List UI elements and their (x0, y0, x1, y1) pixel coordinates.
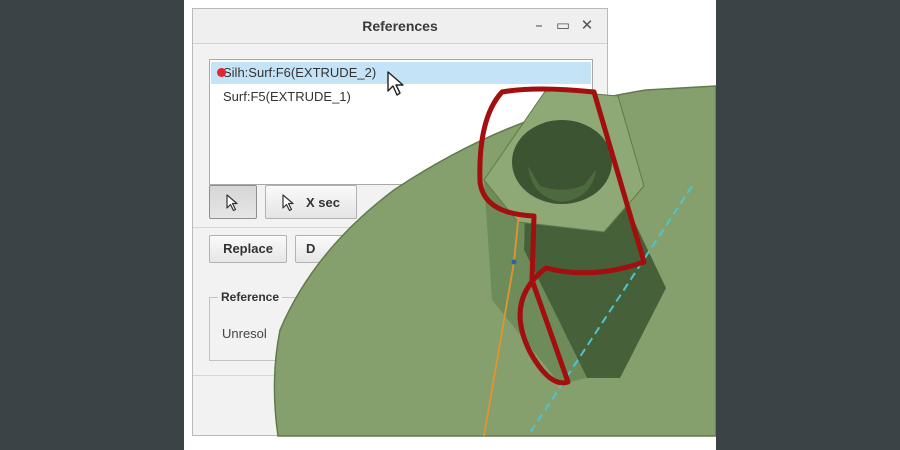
datum-point (511, 259, 517, 265)
screenshot-canvas: References – ▭ ✕ Silh:Surf:F6(EXTRUDE_2)… (184, 0, 716, 450)
model-viewport[interactable] (184, 0, 716, 450)
